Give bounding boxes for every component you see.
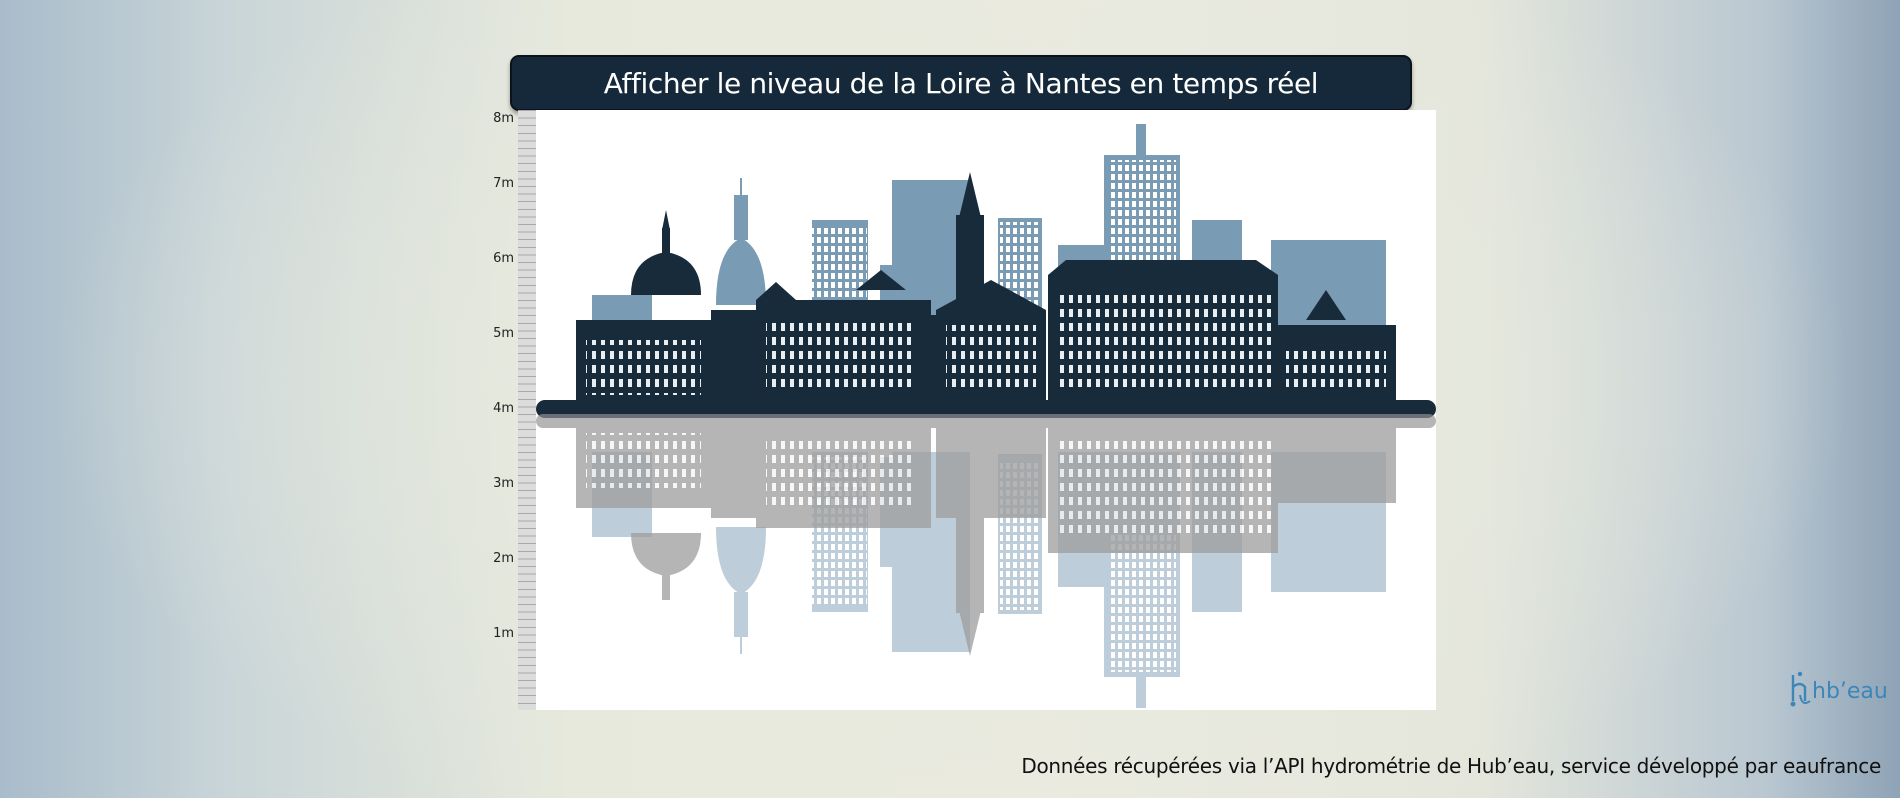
hubeau-logo-icon	[1790, 671, 1811, 707]
hubeau-logo-text: hb’eau	[1812, 678, 1888, 704]
water-level-ruler-icon	[518, 110, 537, 710]
nantes-skyline-reflection-illustration	[536, 110, 1436, 710]
title-banner: Afficher le niveau de la Loire à Nantes …	[510, 55, 1412, 111]
hubeau-logo[interactable]: hb’eau	[1788, 668, 1888, 714]
tick-label-1m: 1m	[493, 626, 514, 641]
tick-label-2m: 2m	[493, 551, 514, 566]
data-source-credit: Données récupérées via l’API hydrométrie…	[1021, 754, 1881, 778]
tick-label-8m: 8m	[493, 111, 514, 126]
skyline-reflection	[536, 414, 1436, 708]
tick-label-3m: 3m	[493, 476, 514, 491]
tick-label-4m: 4m	[493, 401, 514, 416]
tick-label-5m: 5m	[493, 326, 514, 341]
tick-label-6m: 6m	[493, 251, 514, 266]
page-title: Afficher le niveau de la Loire à Nantes …	[603, 66, 1319, 100]
tick-label-7m: 7m	[493, 176, 514, 191]
